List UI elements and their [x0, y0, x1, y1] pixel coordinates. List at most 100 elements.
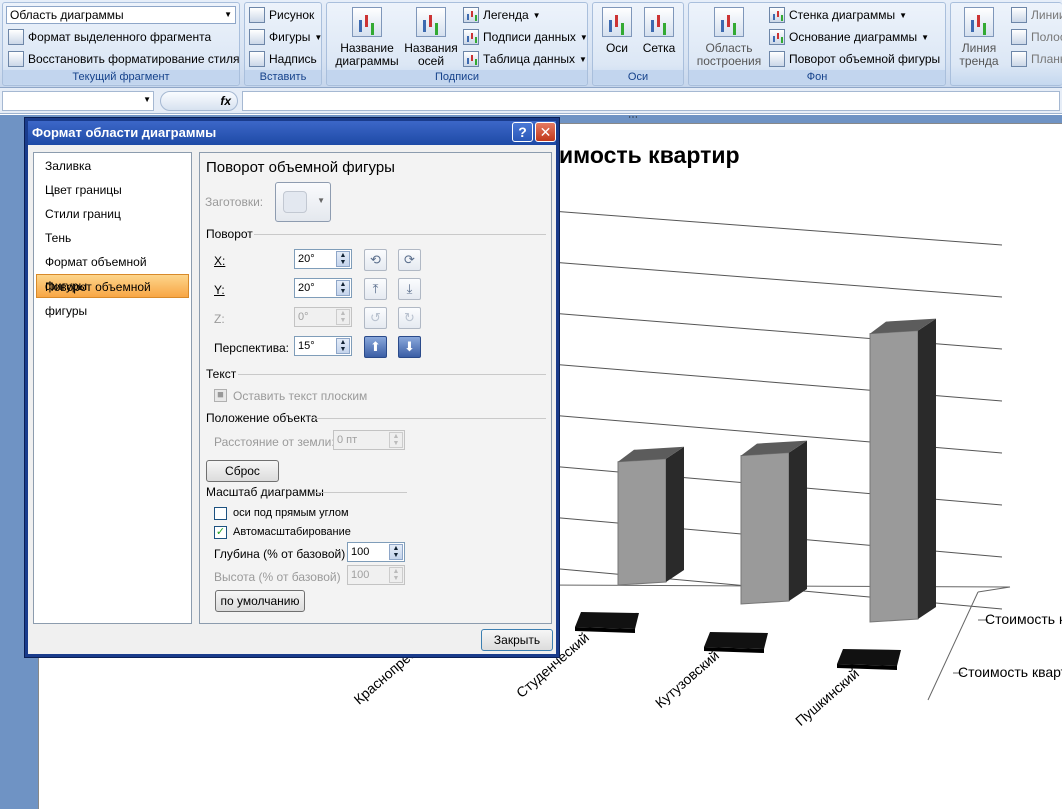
dialog-body: Заливка Цвет границы Стили границ Тень Ф… [28, 145, 556, 654]
format-selection-button[interactable]: Формат выделенного фрагмента [8, 28, 211, 46]
rotate-ccw-icon: ↺ [364, 307, 387, 329]
rotate-right-icon[interactable]: ⟳ [398, 249, 421, 271]
lines-button[interactable]: Линии [1011, 6, 1062, 24]
group-label: Фон [689, 70, 945, 84]
reset-button[interactable]: Сброс [206, 460, 279, 482]
x-rotation-spinner[interactable]: 20° ▲ ▼ [294, 249, 352, 269]
picture-button[interactable]: Рисунок [249, 6, 314, 24]
autoscale-checkbox[interactable]: ✓ [214, 526, 227, 539]
group-analysis: Линия тренда Линии Полосы Планки [950, 2, 1062, 86]
textbox-button[interactable]: Надпись [249, 50, 317, 68]
chart-floor-button[interactable]: Основание диаграммы ▼ [769, 28, 929, 46]
close-icon: ✕ [539, 124, 552, 140]
bar-side [918, 318, 936, 619]
shapes-button[interactable]: Фигуры ▼ [249, 28, 322, 46]
distance-spinner[interactable]: 0 пт ▲ ▼ [333, 430, 405, 450]
narrow-perspective-icon[interactable]: ⬆ [364, 336, 387, 358]
text-section-label: Текст [206, 367, 237, 381]
plot-area-button[interactable]: Область построения [693, 7, 765, 68]
chevron-down-icon: ▼ [317, 196, 325, 205]
spinner-arrows-icon[interactable]: ▲ ▼ [389, 544, 403, 560]
chart-element-selector[interactable]: Область диаграммы ▼ [6, 6, 236, 24]
default-button[interactable]: по умолчанию [215, 590, 305, 612]
nav-3d-rotation[interactable]: Поворот объемной фигуры [36, 274, 189, 318]
chart-floor-icon [769, 29, 785, 45]
axis-titles-button[interactable]: Названия осей [401, 7, 461, 68]
bar-front [740, 452, 790, 605]
3d-rotation-button[interactable]: Поворот объемной фигуры [769, 50, 940, 68]
right-angle-axes-checkbox[interactable] [214, 507, 227, 520]
floor-edge [927, 591, 979, 701]
help-icon: ? [518, 124, 527, 140]
widen-perspective-icon[interactable]: ⬇ [398, 336, 421, 358]
gridline [537, 260, 1003, 298]
rotate-cw-icon: ↻ [398, 307, 421, 329]
data-table-button[interactable]: Таблица данных ▼ [463, 50, 587, 68]
legend-button[interactable]: Легенда ▼ [463, 6, 541, 24]
category-list: Заливка Цвет границы Стили границ Тень Ф… [33, 152, 192, 624]
group-label: Текущий фрагмент [3, 70, 239, 84]
x-label: X: [214, 254, 226, 268]
spinner-arrows-icon[interactable]: ▲ ▼ [336, 280, 350, 296]
group-label: Вставить [245, 70, 321, 84]
category-tick-label: Кутузовский [652, 647, 722, 711]
chart-wall-icon [769, 7, 785, 23]
nav-border-styles[interactable]: Стили границ [34, 202, 191, 226]
y-rotation-spinner[interactable]: 20° ▲ ▼ [294, 278, 352, 298]
z-rotation-spinner[interactable]: 0° ▲ ▼ [294, 307, 352, 327]
resize-handle[interactable]: ⋯ [628, 115, 638, 123]
presets-label: Заготовки: [205, 195, 264, 209]
data-labels-button[interactable]: Подписи данных ▼ [463, 28, 588, 46]
updown-bars-button[interactable]: Полосы [1011, 28, 1062, 46]
perspective-spinner[interactable]: 15° ▲ ▼ [294, 336, 352, 356]
scale-section-label: Масштаб диаграммы [206, 485, 324, 499]
flat-bar [575, 612, 639, 629]
formula-input[interactable] [242, 91, 1060, 111]
group-labels: Название диаграммы Названия осей Легенда… [326, 2, 588, 86]
group-label: Оси [593, 70, 683, 84]
help-button[interactable]: ? [512, 122, 533, 142]
chart-title-button[interactable]: Название диаграммы [331, 7, 403, 68]
fx-icon: fx [220, 94, 231, 108]
gridlines-button[interactable]: Сетка [639, 7, 679, 55]
dialog-titlebar[interactable]: Формат области диаграммы [28, 121, 556, 145]
ribbon: Область диаграммы ▼ Формат выделенного ф… [0, 0, 1062, 88]
insert-function-button[interactable]: fx [160, 91, 238, 111]
formula-bar: ▼ fx [0, 88, 1062, 114]
chart-wall-button[interactable]: Стенка диаграммы ▼ [769, 6, 907, 24]
spinner-arrows-icon[interactable]: ▲ ▼ [336, 338, 350, 354]
panel-heading: Поворот объемной фигуры [206, 159, 395, 176]
depth-spinner[interactable]: 100 ▲ ▼ [347, 542, 405, 562]
nav-fill[interactable]: Заливка [34, 154, 191, 178]
nav-border-color[interactable]: Цвет границы [34, 178, 191, 202]
nav-3d-format[interactable]: Формат объемной фигуры [34, 250, 191, 293]
name-box[interactable]: ▼ [2, 91, 154, 111]
trendline-button[interactable]: Линия тренда [955, 7, 1003, 68]
legend-icon [463, 7, 479, 23]
keep-text-flat-checkbox[interactable]: ■ [214, 389, 227, 402]
flat-bar [704, 632, 768, 649]
chart-element-selector-value: Область диаграммы [10, 8, 124, 22]
spinner-arrows-icon: ▲ ▼ [336, 309, 350, 325]
nav-shadow[interactable]: Тень [34, 226, 191, 250]
spinner-arrows-icon: ▲ ▼ [389, 432, 403, 448]
series-tick-label: Стоимость к [985, 611, 1062, 627]
rotate-up-icon[interactable]: ⤒ [364, 278, 387, 300]
floor-edge [977, 586, 1011, 593]
axes-button[interactable]: Оси [597, 7, 637, 55]
shapes-icon [249, 29, 265, 45]
bar-front [617, 458, 667, 586]
presets-dropdown[interactable]: ▼ [275, 182, 331, 222]
rotate-down-icon[interactable]: ⤓ [398, 278, 421, 300]
close-x-button[interactable]: ✕ [535, 122, 556, 142]
height-spinner[interactable]: 100 ▲ ▼ [347, 565, 405, 585]
reset-icon [8, 51, 24, 67]
rotate-left-icon[interactable]: ⟲ [364, 249, 387, 271]
spinner-arrows-icon[interactable]: ▲ ▼ [336, 251, 350, 267]
chart-title[interactable]: имость квартир [559, 142, 740, 168]
divider [314, 418, 546, 419]
series-tick-label: Стоимость кварт [958, 664, 1062, 680]
reset-style-button[interactable]: Восстановить форматирование стиля [8, 50, 240, 68]
close-button[interactable]: Закрыть [481, 629, 553, 651]
error-bars-button[interactable]: Планки [1011, 50, 1062, 68]
